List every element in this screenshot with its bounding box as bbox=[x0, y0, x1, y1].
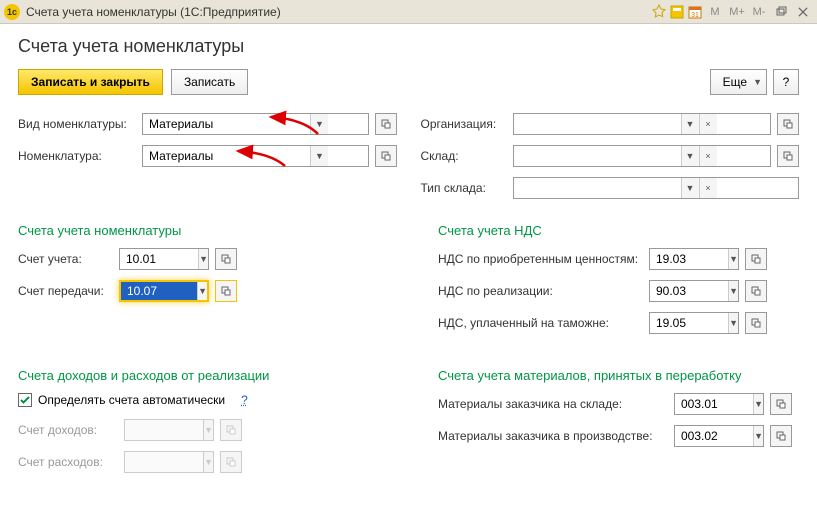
m-plus-btn[interactable]: M+ bbox=[727, 3, 747, 21]
transfer-account-input[interactable] bbox=[121, 282, 197, 300]
caret-down-icon: ▼ bbox=[753, 77, 762, 87]
auto-checkbox[interactable] bbox=[18, 393, 32, 407]
auto-label: Определять счета автоматически bbox=[38, 393, 225, 407]
restore-icon[interactable] bbox=[771, 3, 791, 21]
nomenclature-input[interactable] bbox=[143, 146, 310, 166]
accounts-section-title: Счета учета номенклатуры bbox=[18, 223, 398, 238]
transfer-account-label: Счет передачи: bbox=[18, 284, 113, 298]
m-btn[interactable]: M bbox=[705, 3, 725, 21]
materials-prod-input[interactable] bbox=[675, 426, 753, 446]
save-close-button[interactable]: Записать и закрыть bbox=[18, 69, 163, 95]
nomenclature-label: Номенклатура: bbox=[18, 149, 136, 163]
income-section-title: Счета доходов и расходов от реализации bbox=[18, 368, 398, 383]
dropdown-icon[interactable]: ▼ bbox=[728, 249, 738, 269]
clear-icon[interactable]: × bbox=[699, 178, 717, 198]
save-button[interactable]: Записать bbox=[171, 69, 248, 95]
open-icon[interactable] bbox=[777, 113, 799, 135]
vat-sales-input[interactable] bbox=[650, 281, 728, 301]
titlebar: 1c Счета учета номенклатуры (1С:Предприя… bbox=[0, 0, 817, 24]
dropdown-icon[interactable]: ▼ bbox=[728, 313, 738, 333]
warehouse-label: Склад: bbox=[421, 149, 507, 163]
expense-account-label: Счет расходов: bbox=[18, 455, 118, 469]
vat-customs-label: НДС, уплаченный на таможне: bbox=[438, 316, 643, 330]
account-input[interactable] bbox=[120, 249, 198, 269]
vat-purchased-label: НДС по приобретенным ценностям: bbox=[438, 252, 643, 266]
star-icon[interactable] bbox=[651, 4, 667, 20]
svg-text:31: 31 bbox=[691, 12, 699, 19]
nomenclature-type-input[interactable] bbox=[143, 114, 310, 134]
open-icon[interactable] bbox=[215, 248, 237, 270]
warehouse-type-label: Тип склада: bbox=[421, 181, 507, 195]
dropdown-icon[interactable]: ▼ bbox=[310, 146, 328, 166]
open-icon[interactable] bbox=[770, 393, 792, 415]
open-icon bbox=[220, 451, 242, 473]
help-link[interactable]: ? bbox=[241, 393, 248, 407]
income-account-label: Счет доходов: bbox=[18, 423, 118, 437]
organization-label: Организация: bbox=[421, 117, 507, 131]
open-icon[interactable] bbox=[745, 312, 767, 334]
open-icon[interactable] bbox=[770, 425, 792, 447]
income-account-input bbox=[125, 420, 203, 440]
window-title: Счета учета номенклатуры (1С:Предприятие… bbox=[26, 5, 651, 19]
organization-input[interactable] bbox=[514, 114, 681, 134]
account-label: Счет учета: bbox=[18, 252, 113, 266]
materials-prod-label: Материалы заказчика в производстве: bbox=[438, 429, 668, 443]
dropdown-icon[interactable]: ▼ bbox=[197, 282, 207, 300]
open-icon bbox=[220, 419, 242, 441]
clear-icon[interactable]: × bbox=[699, 146, 717, 166]
vat-sales-label: НДС по реализации: bbox=[438, 284, 643, 298]
materials-stock-input[interactable] bbox=[675, 394, 753, 414]
warehouse-type-input[interactable] bbox=[514, 178, 681, 198]
warehouse-input[interactable] bbox=[514, 146, 681, 166]
m-minus-btn[interactable]: M- bbox=[749, 3, 769, 21]
dropdown-icon[interactable]: ▼ bbox=[310, 114, 328, 134]
more-button[interactable]: Еще ▼ bbox=[710, 69, 767, 95]
dropdown-icon[interactable]: ▼ bbox=[198, 249, 208, 269]
expense-account-input bbox=[125, 452, 203, 472]
dropdown-icon: ▼ bbox=[203, 452, 213, 472]
help-button[interactable]: ? bbox=[773, 69, 799, 95]
app-icon: 1c bbox=[4, 4, 20, 20]
dropdown-icon[interactable]: ▼ bbox=[681, 114, 699, 134]
dropdown-icon[interactable]: ▼ bbox=[728, 281, 738, 301]
vat-customs-input[interactable] bbox=[650, 313, 728, 333]
vat-section-title: Счета учета НДС bbox=[438, 223, 799, 238]
dropdown-icon[interactable]: ▼ bbox=[753, 426, 763, 446]
calendar-icon[interactable]: 31 bbox=[687, 4, 703, 20]
open-icon[interactable] bbox=[777, 145, 799, 167]
materials-section-title: Счета учета материалов, принятых в перер… bbox=[438, 368, 799, 383]
dropdown-icon[interactable]: ▼ bbox=[753, 394, 763, 414]
dropdown-icon[interactable]: ▼ bbox=[681, 146, 699, 166]
materials-stock-label: Материалы заказчика на складе: bbox=[438, 397, 668, 411]
dropdown-icon[interactable]: ▼ bbox=[681, 178, 699, 198]
open-icon[interactable] bbox=[745, 280, 767, 302]
calc-icon[interactable] bbox=[669, 4, 685, 20]
clear-icon[interactable]: × bbox=[699, 114, 717, 134]
toolbar: Записать и закрыть Записать Еще ▼ ? bbox=[18, 69, 799, 95]
more-label: Еще bbox=[723, 75, 747, 89]
open-icon[interactable] bbox=[215, 280, 237, 302]
open-icon[interactable] bbox=[745, 248, 767, 270]
open-icon[interactable] bbox=[375, 145, 397, 167]
page-title: Счета учета номенклатуры bbox=[18, 36, 799, 57]
nomenclature-type-label: Вид номенклатуры: bbox=[18, 117, 136, 131]
dropdown-icon: ▼ bbox=[203, 420, 213, 440]
vat-purchased-input[interactable] bbox=[650, 249, 728, 269]
open-icon[interactable] bbox=[375, 113, 397, 135]
close-icon[interactable] bbox=[793, 3, 813, 21]
